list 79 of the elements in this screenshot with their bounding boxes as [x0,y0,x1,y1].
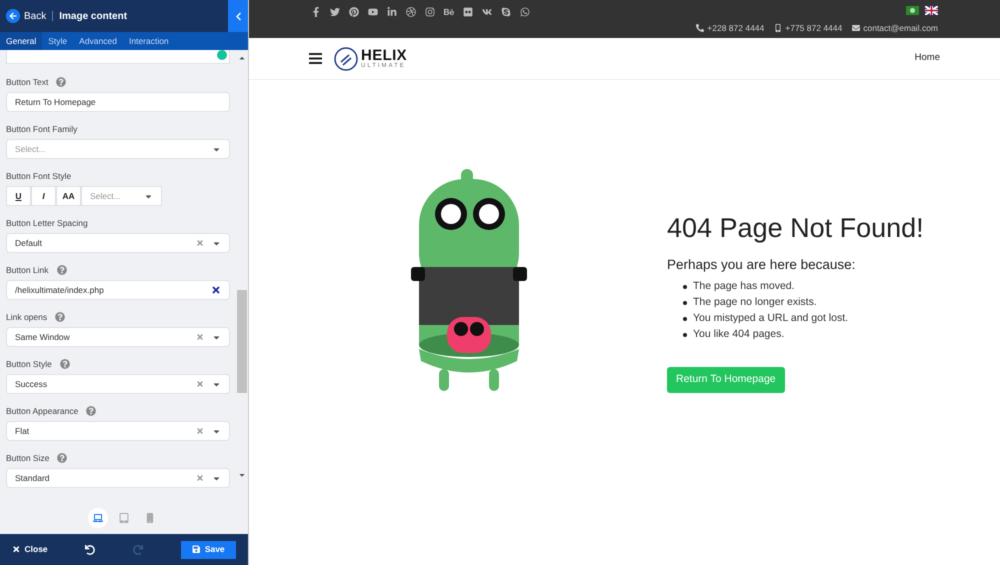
field-label: Button Font Family [6,122,78,136]
pinterest-icon[interactable] [349,7,359,17]
logo-icon[interactable] [334,46,358,70]
tab[interactable]: Advanced [73,32,123,50]
behance-icon[interactable] [444,7,454,17]
help-icon[interactable] [86,406,96,416]
desktop-icon [93,513,103,523]
flickr-icon[interactable] [463,7,473,17]
subheading: Perhaps you are here because: [667,256,856,274]
field-label: Button Appearance [6,404,78,418]
tab[interactable]: Style [42,32,74,50]
font-style-button[interactable]: AA [56,186,81,206]
select-field[interactable]: Default [6,233,230,253]
text-field[interactable] [6,50,230,64]
logo-name: HELIX [361,48,408,63]
scroll-up-icon[interactable] [238,54,246,62]
bullet-icon [683,301,687,305]
help-icon[interactable] [57,453,68,463]
select-field[interactable]: Success [6,374,230,394]
phone-icon [696,24,704,32]
field-label: Button Size [6,452,50,464]
select-field[interactable]: Same Window [6,327,230,347]
select-field[interactable]: Standard [6,468,230,488]
envelope-icon [852,24,860,32]
vk-icon[interactable] [482,7,492,17]
bullet-icon [683,333,687,337]
back-button[interactable]: Back [6,8,46,24]
undo-icon[interactable] [85,544,96,554]
skype-icon[interactable] [501,7,511,17]
reason-text: You like 404 pages. [693,327,784,342]
mobile-icon [145,513,155,523]
help-icon[interactable] [55,312,66,322]
grammar-badge-icon [217,50,228,60]
linkedin-icon[interactable] [387,7,397,17]
help-icon[interactable] [56,77,66,87]
bullet-icon [683,317,687,321]
help-icon[interactable] [60,359,70,369]
close-icon [12,545,20,554]
text-field[interactable]: Return To Homepage [6,92,230,112]
whatsapp-icon[interactable] [520,7,530,17]
help-icon[interactable] [56,265,67,275]
contact-text[interactable]: contact@email.com [863,22,938,35]
panel-title: Image content [59,10,128,24]
chevron-left-icon [234,12,242,20]
font-style-button[interactable]: U [6,186,31,206]
scroll-down-icon[interactable] [238,471,246,479]
field-label: Button Style [6,358,52,370]
clear-icon[interactable] [211,285,222,295]
reason-text: The page no longer exists. [693,295,817,310]
contact-text[interactable]: +775 872 4444 [785,22,842,35]
menu-icon[interactable] [309,53,322,64]
bullet-icon [683,285,687,289]
error-heading: 404 Page Not Found! [667,212,924,245]
nav-link[interactable]: Home [914,51,940,66]
youtube-icon[interactable] [368,7,378,17]
tab[interactable]: General [0,32,42,50]
field-label: Button Font Style [6,170,72,182]
facebook-icon[interactable] [311,7,321,17]
field-label: Link opens [6,310,48,324]
mobile-phone-icon [774,24,782,32]
device-button[interactable] [88,508,108,528]
flag-icon[interactable] [925,6,938,15]
twitter-icon[interactable] [330,7,340,17]
field-label: Button Text [6,76,48,88]
tablet-icon [119,513,129,523]
instagram-icon[interactable] [425,7,435,17]
contact-text[interactable]: +228 872 4444 [707,22,764,35]
field-label: Button Letter Spacing [6,216,88,230]
dribbble-icon[interactable] [406,7,416,17]
tab[interactable]: Interaction [122,32,175,50]
close-button[interactable]: Close [12,543,48,556]
field-label: Button Link [6,264,49,276]
save-button[interactable]: Save [181,540,236,558]
link-field[interactable]: /helixultimate/index.php [6,280,230,300]
scrollbar-thumb[interactable] [237,290,248,393]
reason-text: The page has moved. [693,279,795,294]
select-field[interactable]: Flat [6,421,230,441]
font-style-button[interactable]: I [31,186,56,206]
reason-text: You mistyped a URL and got lost. [693,311,848,326]
